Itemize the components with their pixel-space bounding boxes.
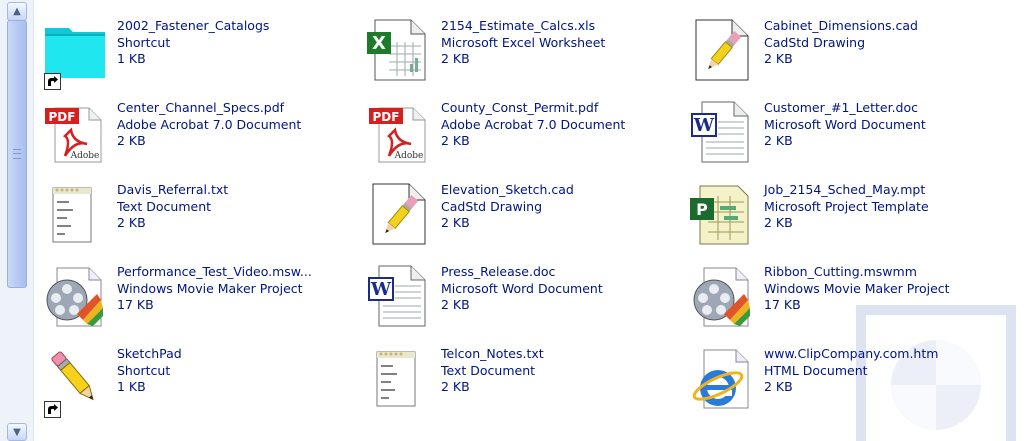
file-item[interactable]: Davis_Referral.txt Text Document 2 KB xyxy=(43,182,373,252)
cad-pencil-icon xyxy=(372,183,426,245)
word-icon: W xyxy=(691,101,749,163)
chevron-up-icon: ▲ xyxy=(13,6,21,17)
file-item[interactable]: 2002_Fastener_Catalogs Shortcut 1 KB xyxy=(43,18,373,90)
file-type: Microsoft Excel Worksheet xyxy=(441,34,606,50)
file-size: 17 KB xyxy=(764,297,801,312)
file-name: Ribbon_Cutting.mswmm xyxy=(764,264,917,279)
file-item[interactable]: SketchPad Shortcut 1 KB xyxy=(43,346,373,418)
file-size: 2 KB xyxy=(117,215,146,230)
file-item[interactable]: Cabinet_Dimensions.cad CadStd Drawing 2 … xyxy=(690,18,1020,88)
file-item[interactable]: Telcon_Notes.txt Text Document 2 KB xyxy=(367,346,697,416)
file-size: 2 KB xyxy=(764,51,793,66)
file-item[interactable]: www.ClipCompany.com.htm HTML Document 2 … xyxy=(690,346,1020,416)
file-size: 2 KB xyxy=(441,133,470,148)
pdf-icon: PDF Adobe xyxy=(45,107,102,163)
file-type: Windows Movie Maker Project xyxy=(117,280,303,296)
file-type: Shortcut xyxy=(117,362,171,378)
file-type: CadStd Drawing xyxy=(764,34,866,50)
excel-icon: X xyxy=(367,19,426,81)
svg-text:P: P xyxy=(696,200,708,219)
file-name: 2002_Fastener_Catalogs xyxy=(117,18,270,33)
file-size: 1 KB xyxy=(117,379,146,394)
cad-pencil-icon xyxy=(695,19,749,81)
file-size: 2 KB xyxy=(117,133,146,148)
file-name: Center_Channel_Specs.pdf xyxy=(117,100,285,115)
scroll-thumb[interactable] xyxy=(7,20,27,288)
file-size: 2 KB xyxy=(441,215,470,230)
file-name: Cabinet_Dimensions.cad xyxy=(764,18,918,33)
pdf-icon: PDF Adobe xyxy=(369,107,426,163)
file-name: 2154_Estimate_Calcs.xls xyxy=(441,18,596,33)
file-type: Adobe Acrobat 7.0 Document xyxy=(117,116,302,132)
file-type: HTML Document xyxy=(764,362,868,378)
file-name: Telcon_Notes.txt xyxy=(441,346,544,361)
file-type: Windows Movie Maker Project xyxy=(764,280,950,296)
grip-icon xyxy=(13,149,21,159)
vertical-scrollbar[interactable]: ▲ ▼ xyxy=(0,0,34,441)
svg-text:Adobe: Adobe xyxy=(70,151,100,161)
file-type: Shortcut xyxy=(117,34,171,50)
movie-maker-icon xyxy=(46,267,103,327)
file-size: 2 KB xyxy=(764,379,793,394)
file-name: SketchPad xyxy=(117,346,182,361)
text-document-icon xyxy=(52,187,92,243)
svg-text:W: W xyxy=(693,115,715,136)
internet-explorer-icon xyxy=(692,349,749,409)
file-item[interactable]: PDF Adobe Center_Channel_Specs.pdf Adobe… xyxy=(43,100,373,170)
file-item[interactable]: W Customer_#1_Letter.doc Microsoft Word … xyxy=(690,100,1020,170)
word-icon: W xyxy=(368,265,426,327)
file-name: www.ClipCompany.com.htm xyxy=(764,346,939,361)
svg-text:X: X xyxy=(372,33,386,54)
file-size: 2 KB xyxy=(441,379,470,394)
file-item[interactable]: Performance_Test_Video.msw... Windows Mo… xyxy=(43,264,373,334)
file-type: Text Document xyxy=(441,362,536,378)
file-item[interactable]: Elevation_Sketch.cad CadStd Drawing 2 KB xyxy=(367,182,697,252)
file-size: 17 KB xyxy=(117,297,154,312)
project-icon: P xyxy=(690,185,749,245)
file-type: Adobe Acrobat 7.0 Document xyxy=(441,116,626,132)
file-name: Customer_#1_Letter.doc xyxy=(764,100,918,115)
scroll-up-button[interactable]: ▲ xyxy=(7,2,27,21)
file-size: 2 KB xyxy=(441,51,470,66)
file-name: Performance_Test_Video.msw... xyxy=(117,264,312,279)
file-size: 2 KB xyxy=(764,133,793,148)
file-name: Elevation_Sketch.cad xyxy=(441,182,574,197)
file-name: Davis_Referral.txt xyxy=(117,182,229,197)
file-size: 2 KB xyxy=(441,297,470,312)
svg-text:PDF: PDF xyxy=(49,110,76,124)
chevron-down-icon: ▼ xyxy=(13,426,21,438)
shortcut-arrow-icon xyxy=(44,401,61,418)
file-type: Microsoft Project Template xyxy=(764,198,929,214)
file-item[interactable]: W Press_Release.doc Microsoft Word Docum… xyxy=(367,264,697,334)
shortcut-arrow-icon xyxy=(44,73,61,90)
text-document-icon xyxy=(376,351,416,407)
file-name: Job_2154_Sched_May.mpt xyxy=(764,182,926,197)
file-name: County_Const_Permit.pdf xyxy=(441,100,599,115)
file-item[interactable]: P Job_2154_Sched_May.mpt Microsoft Proje… xyxy=(690,182,1020,252)
file-type: Text Document xyxy=(117,198,212,214)
file-name: Press_Release.doc xyxy=(441,264,556,279)
svg-text:W: W xyxy=(370,279,392,300)
file-type: Microsoft Word Document xyxy=(764,116,926,132)
scroll-down-button[interactable]: ▼ xyxy=(7,423,27,441)
file-item[interactable]: X 2154_Estimate_Calcs.xls Microsoft Exce… xyxy=(367,18,697,88)
svg-text:PDF: PDF xyxy=(373,110,400,124)
svg-text:Adobe: Adobe xyxy=(394,151,424,161)
file-item[interactable]: PDF Adobe County_Const_Permit.pdf Adobe … xyxy=(367,100,697,170)
file-size: 1 KB xyxy=(117,51,146,66)
file-type: Microsoft Word Document xyxy=(441,280,603,296)
file-type: CadStd Drawing xyxy=(441,198,543,214)
file-item[interactable]: Ribbon_Cutting.mswmm Windows Movie Maker… xyxy=(690,264,1020,334)
movie-maker-icon xyxy=(693,267,750,327)
file-size: 2 KB xyxy=(764,215,793,230)
